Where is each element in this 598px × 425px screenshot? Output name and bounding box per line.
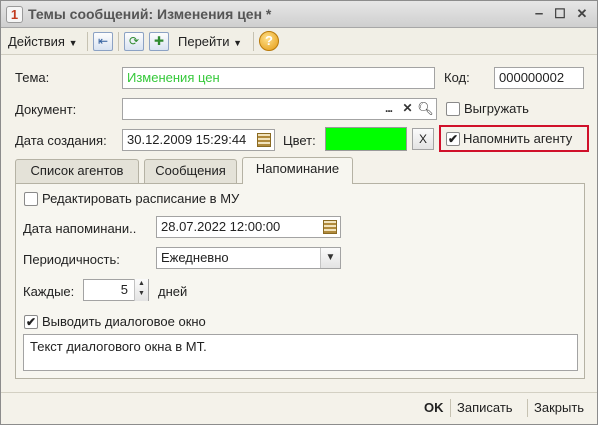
toolbar: Действия ▼ ⇤ ⟳ ✚ Перейти ▼ ?: [1, 28, 597, 55]
tab-messages[interactable]: Сообщения: [144, 159, 237, 183]
dialog-text-value: Текст диалогового окна в МТ.: [30, 339, 207, 354]
window-title: Темы сообщений: Изменения цен *: [28, 6, 272, 22]
calendar-icon[interactable]: [257, 133, 271, 147]
reminder-date-input[interactable]: 28.07.2022 12:00:00: [156, 216, 341, 238]
toolbar-divider: [87, 32, 88, 51]
periodicity-label: Периодичность:: [23, 252, 120, 267]
close-button[interactable]: Закрыть: [534, 399, 584, 417]
topic-input[interactable]: Изменения цен: [122, 67, 435, 89]
save-button[interactable]: Записать: [457, 399, 513, 417]
actions-menu-button[interactable]: Действия ▼: [8, 32, 78, 51]
remind-agent-label: Напомнить агенту: [463, 131, 573, 146]
actions-menu-label: Действия: [8, 34, 65, 49]
edit-schedule-checkbox[interactable]: [24, 192, 38, 206]
goto-menu-button[interactable]: Перейти ▼: [178, 32, 242, 51]
created-date-label: Дата создания:: [15, 133, 107, 148]
chevron-down-icon[interactable]: ▼: [320, 248, 340, 268]
help-icon[interactable]: ?: [259, 31, 279, 51]
tab-agents-list-label: Список агентов: [30, 163, 124, 178]
code-input[interactable]: 000000002: [494, 67, 584, 89]
tab-messages-label: Сообщения: [155, 163, 226, 178]
dropdown-arrow-icon: ▼: [68, 38, 78, 48]
every-unit-label: дней: [158, 284, 188, 299]
bottom-divider: [1, 392, 597, 393]
ok-button[interactable]: OK: [424, 399, 444, 417]
stepper-arrows-icon[interactable]: ▲ ▼: [134, 279, 148, 301]
unload-checkbox[interactable]: [446, 102, 460, 116]
code-value: 000000002: [499, 70, 565, 85]
button-divider: [450, 399, 451, 417]
unload-label: Выгружать: [464, 101, 529, 116]
topic-value: Изменения цен: [127, 70, 220, 85]
color-label: Цвет:: [283, 133, 316, 148]
goto-menu-label: Перейти: [178, 34, 230, 49]
clear-color-button[interactable]: X: [412, 128, 434, 150]
reminder-date-label: Дата напоминани..: [23, 221, 137, 236]
periodicity-select[interactable]: Ежедневно: [156, 247, 341, 269]
show-dialog-label: Выводить диалоговое окно: [42, 314, 206, 329]
minimize-button[interactable]: –: [530, 5, 548, 23]
select-ellipsis-button[interactable]: ...: [380, 100, 397, 117]
toolbar-divider: [118, 32, 119, 51]
remind-agent-checkbox[interactable]: ✔: [446, 132, 460, 146]
tab-reminder-label: Напоминание: [255, 161, 340, 176]
magnifier-icon[interactable]: 🔍︎: [417, 100, 434, 117]
1c-logo-icon: 1: [6, 6, 23, 23]
edit-schedule-label: Редактировать расписание в МУ: [42, 191, 240, 206]
every-label: Каждые:: [23, 284, 75, 299]
maximize-button[interactable]: ☐: [551, 5, 569, 23]
every-value: 5: [120, 282, 128, 297]
color-swatch[interactable]: [325, 127, 407, 151]
clear-x-icon[interactable]: ✕: [399, 100, 416, 117]
tab-agents-list[interactable]: Список агентов: [15, 159, 139, 183]
show-dialog-checkbox[interactable]: ✔: [24, 315, 38, 329]
topic-label: Тема:: [15, 70, 50, 85]
close-window-button[interactable]: ✕: [573, 5, 591, 23]
form-window: 1 Темы сообщений: Изменения цен * – ☐ ✕ …: [0, 0, 598, 425]
document-label: Документ:: [15, 102, 77, 117]
created-date-value: 30.12.2009 15:29:44: [127, 132, 247, 147]
title-bar[interactable]: 1 Темы сообщений: Изменения цен * – ☐ ✕: [1, 1, 597, 28]
back-arrow-icon[interactable]: ⇤: [93, 32, 113, 51]
created-date-input[interactable]: 30.12.2009 15:29:44: [122, 129, 275, 151]
button-divider: [527, 399, 528, 417]
calendar-icon[interactable]: [323, 220, 337, 234]
new-copy-icon[interactable]: ✚: [149, 32, 169, 51]
dialog-text-area[interactable]: Текст диалогового окна в МТ.: [23, 334, 578, 371]
code-label: Код:: [444, 70, 470, 85]
refresh-icon[interactable]: ⟳: [124, 32, 144, 51]
toolbar-divider: [253, 32, 254, 51]
reminder-date-value: 28.07.2022 12:00:00: [161, 219, 281, 234]
tab-reminder[interactable]: Напоминание: [242, 157, 353, 184]
periodicity-value: Ежедневно: [161, 250, 229, 265]
dropdown-arrow-icon: ▼: [233, 38, 243, 48]
